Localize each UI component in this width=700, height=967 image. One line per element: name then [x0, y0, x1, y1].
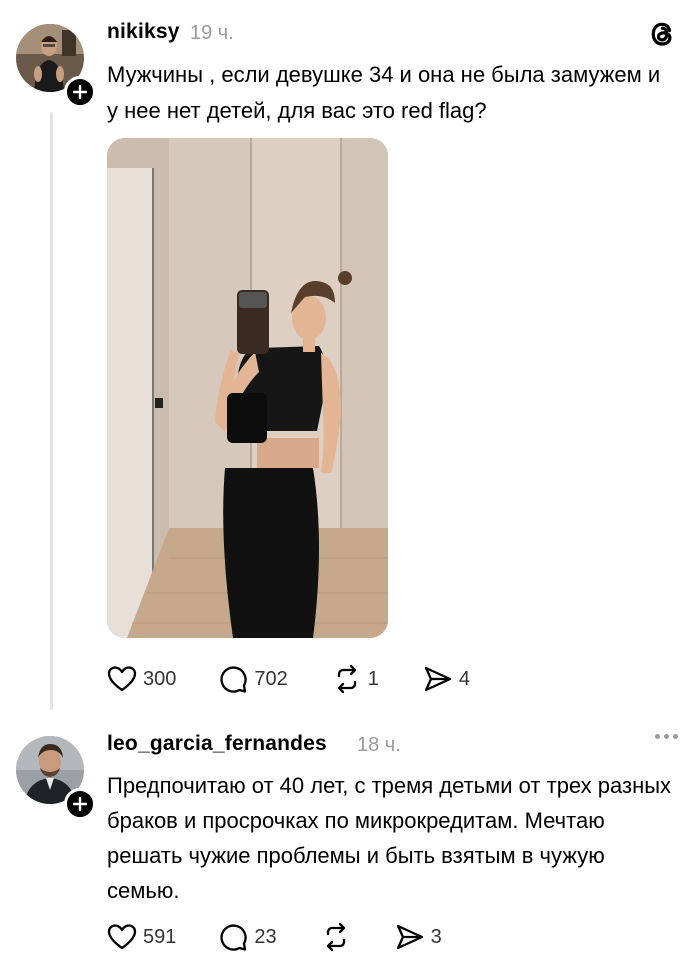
post-like-button[interactable]: 300: [107, 665, 176, 693]
repost-icon: [337, 664, 356, 694]
reply-repost-button[interactable]: [321, 922, 351, 952]
reply-like-button[interactable]: 591: [107, 923, 176, 951]
heart-icon: [107, 666, 137, 692]
post-share-button[interactable]: 4: [423, 665, 470, 693]
follow-author-button[interactable]: [64, 76, 96, 108]
reply-share-count: 3: [430, 925, 442, 948]
comment-icon: [220, 666, 248, 693]
plus-icon: [73, 85, 87, 99]
more-dots-icon[interactable]: [655, 734, 678, 739]
comment-icon: [220, 924, 248, 951]
reply-reply-count: 23: [254, 925, 277, 948]
post-username[interactable]: nikiksy: [107, 20, 180, 44]
threads-logo-icon[interactable]: [644, 16, 680, 57]
thread-connector-line: [50, 112, 53, 710]
reply-timestamp: 18 ч.: [357, 734, 401, 756]
post-repost-button[interactable]: 1: [332, 664, 379, 694]
send-icon: [424, 666, 452, 692]
reply-text: Предпочитаю от 40 лет, с тремя детьми от…: [107, 773, 672, 903]
follow-reply-author-button[interactable]: [64, 788, 96, 820]
reply-like-count: 591: [143, 925, 177, 948]
reply-username[interactable]: leo_garcia_fernandes: [107, 732, 327, 756]
reply-actions-bar: 591 23 3: [107, 922, 442, 952]
post-actions-bar: 300 702 1 4: [107, 664, 470, 694]
post-text: Мужчины , если девушке 34 и она не была …: [107, 62, 661, 123]
post-timestamp: 19 ч.: [190, 22, 234, 44]
post-share-count: 4: [458, 667, 470, 690]
post-like-count: 300: [143, 667, 177, 690]
heart-icon: [107, 924, 137, 950]
repost-icon: [326, 922, 345, 952]
post-repost-count: 1: [367, 667, 379, 690]
reply-reply-button[interactable]: 23: [218, 922, 277, 952]
post-photo[interactable]: [107, 138, 388, 638]
post-reply-button[interactable]: 702: [218, 664, 288, 694]
post-reply-count: 702: [254, 667, 288, 690]
plus-icon: [73, 797, 87, 811]
send-icon: [396, 924, 423, 950]
reply-share-button[interactable]: 3: [395, 923, 442, 951]
